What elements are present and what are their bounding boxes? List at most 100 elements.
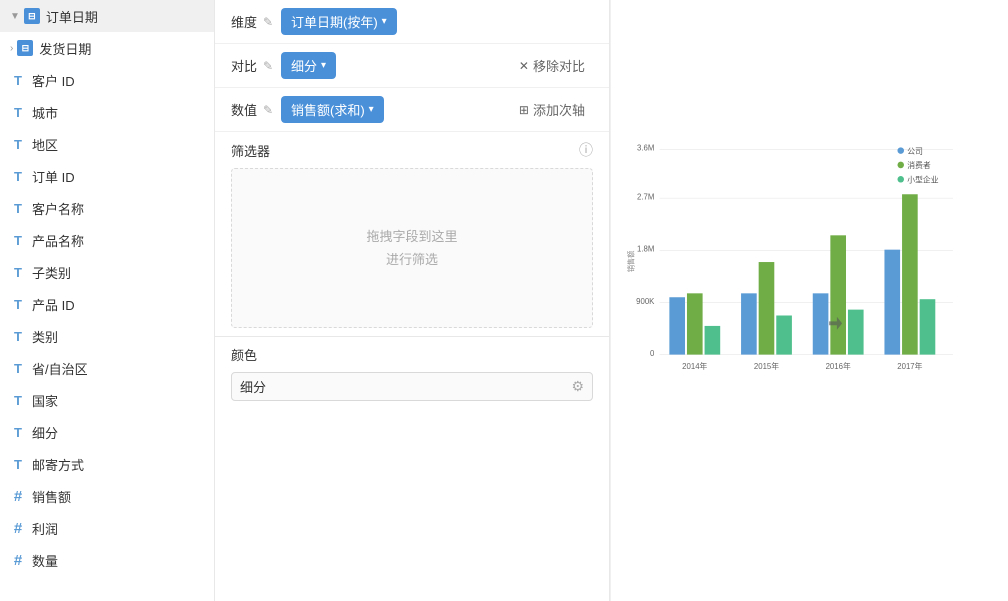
sidebar-item-product-id[interactable]: T 产品 ID: [0, 288, 214, 320]
sidebar-item-customer-name[interactable]: T 客户名称: [0, 192, 214, 224]
sidebar-item-product-name[interactable]: T 产品名称: [0, 224, 214, 256]
sidebar-label-sales: 销售额: [32, 487, 204, 506]
legend-label-company: 公司: [907, 147, 923, 156]
bar-2015-company: [741, 293, 757, 354]
color-control[interactable]: 细分 ⚙: [231, 372, 593, 401]
value-row: 数值 ✎ 销售额(求和) ▾ ⊞ 添加次轴: [215, 88, 609, 132]
sidebar-item-province[interactable]: T 省/自治区: [0, 352, 214, 384]
remove-icon: ✕: [519, 59, 529, 73]
t-icon-province: T: [10, 360, 26, 376]
bar-2014-consumer: [687, 293, 703, 354]
legend-dot-consumer: [897, 162, 904, 169]
contrast-content: 细分 ▾: [281, 52, 511, 79]
value-value: 销售额(求和): [291, 100, 365, 119]
sidebar-item-country[interactable]: T 国家: [0, 384, 214, 416]
add-axis-label: 添加次轴: [533, 100, 585, 119]
remove-contrast-button[interactable]: ✕ 移除对比: [511, 52, 593, 79]
sidebar-item-segment[interactable]: T 细分: [0, 416, 214, 448]
sidebar-label-quantity: 数量: [32, 551, 204, 570]
x-label-2017: 2017年: [897, 361, 922, 371]
value-edit-icon[interactable]: ✎: [263, 103, 273, 117]
contrast-label-text: 对比: [231, 56, 257, 75]
legend-dot-company: [897, 147, 904, 154]
sidebar-label-order-date: 订单日期: [46, 7, 204, 26]
filter-info-icon[interactable]: ⓘ: [579, 140, 593, 160]
bar-2015-consumer: [759, 262, 775, 355]
dimension-row: 维度 ✎ 订单日期(按年) ▾: [215, 0, 609, 44]
x-label-2015: 2015年: [754, 361, 779, 371]
bar-2015-small-biz: [776, 315, 792, 354]
sidebar-label-city: 城市: [32, 103, 204, 122]
expand-arrow-order-date: ▼: [10, 11, 20, 22]
dimension-button[interactable]: 订单日期(按年) ▾: [281, 8, 397, 35]
add-icon: ⊞: [519, 103, 529, 117]
sidebar-item-ship-date[interactable]: › ⊟ 发货日期: [0, 32, 214, 64]
dimension-edit-icon[interactable]: ✎: [263, 15, 273, 29]
sidebar-item-customer-id[interactable]: T 客户 ID: [0, 64, 214, 96]
bar-2017-consumer: [902, 194, 918, 354]
y-label-900k: 900K: [636, 297, 655, 306]
t-icon-subcategory: T: [10, 264, 26, 280]
t-icon-city: T: [10, 104, 26, 120]
sidebar-item-quantity[interactable]: # 数量: [0, 544, 214, 576]
bar-2014-small-biz: [705, 326, 721, 355]
x-label-2016: 2016年: [826, 361, 851, 371]
sidebar-label-ship-date: 发货日期: [39, 39, 204, 58]
sidebar-label-province: 省/自治区: [32, 359, 204, 378]
bar-2017-small-biz: [920, 299, 936, 354]
contrast-button[interactable]: 细分 ▾: [281, 52, 336, 79]
controls-panel: 维度 ✎ 订单日期(按年) ▾ 对比 ✎ 细分 ▾: [215, 0, 610, 601]
sidebar: ▼ ⊟ 订单日期 › ⊟ 发货日期 T 客户 ID T 城市 T 地区 T 订单…: [0, 0, 215, 601]
sidebar-label-category: 类别: [32, 327, 204, 346]
sidebar-item-city[interactable]: T 城市: [0, 96, 214, 128]
t-icon-product-name: T: [10, 232, 26, 248]
sidebar-label-ship-mode: 邮寄方式: [32, 455, 204, 474]
bar-2017-company: [884, 250, 900, 355]
value-label-text: 数值: [231, 100, 257, 119]
y-label-1.8m: 1.8M: [637, 245, 654, 254]
y-label-2.7m: 2.7M: [637, 192, 654, 201]
legend-label-small-biz: 小型企业: [907, 175, 938, 185]
color-title-text: 颜色: [231, 348, 257, 363]
t-icon-ship-mode: T: [10, 456, 26, 472]
y-label-0: 0: [650, 349, 655, 358]
filter-drop-area[interactable]: 拖拽字段到这里 进行筛选: [231, 168, 593, 328]
t-icon-customer-id: T: [10, 72, 26, 88]
sidebar-label-product-id: 产品 ID: [32, 295, 204, 314]
sidebar-item-ship-mode[interactable]: T 邮寄方式: [0, 448, 214, 480]
legend-dot-small-biz: [897, 176, 904, 183]
sidebar-label-product-name: 产品名称: [32, 231, 204, 250]
t-icon-country: T: [10, 392, 26, 408]
sidebar-label-customer-id: 客户 ID: [32, 71, 204, 90]
expand-arrow-ship-date: ›: [10, 43, 13, 54]
sidebar-item-order-id[interactable]: T 订单 ID: [0, 160, 214, 192]
bar-2016-company: [813, 293, 829, 354]
sidebar-label-segment: 细分: [32, 423, 204, 442]
contrast-label: 对比 ✎: [231, 56, 281, 75]
sidebar-item-region[interactable]: T 地区: [0, 128, 214, 160]
sidebar-item-profit[interactable]: # 利润: [0, 512, 214, 544]
filter-placeholder-line2: 进行筛选: [386, 252, 438, 267]
hash-icon-quantity: #: [10, 552, 26, 568]
contrast-edit-icon[interactable]: ✎: [263, 59, 273, 73]
filter-placeholder: 拖拽字段到这里 进行筛选: [366, 225, 457, 272]
t-icon-customer-name: T: [10, 200, 26, 216]
bar-2016-small-biz: [848, 310, 864, 355]
sidebar-item-subcategory[interactable]: T 子类别: [0, 256, 214, 288]
filter-title: 筛选器 ⓘ: [231, 140, 593, 160]
sidebar-item-sales[interactable]: # 销售额: [0, 480, 214, 512]
contrast-row: 对比 ✎ 细分 ▾ ✕ 移除对比: [215, 44, 609, 88]
dimension-content: 订单日期(按年) ▾: [281, 8, 593, 35]
sidebar-item-category[interactable]: T 类别: [0, 320, 214, 352]
color-settings-icon[interactable]: ⚙: [571, 378, 584, 395]
hash-icon-sales: #: [10, 488, 26, 504]
dimension-label-text: 维度: [231, 12, 257, 31]
value-button[interactable]: 销售额(求和) ▾: [281, 96, 384, 123]
y-axis-title: 销售额: [627, 251, 636, 272]
value-actions: ⊞ 添加次轴: [511, 96, 593, 123]
hash-icon-profit: #: [10, 520, 26, 536]
add-axis-button[interactable]: ⊞ 添加次轴: [511, 96, 593, 123]
sidebar-label-profit: 利润: [32, 519, 204, 538]
filter-placeholder-line1: 拖拽字段到这里: [366, 229, 457, 244]
sidebar-item-order-date[interactable]: ▼ ⊟ 订单日期: [0, 0, 214, 32]
